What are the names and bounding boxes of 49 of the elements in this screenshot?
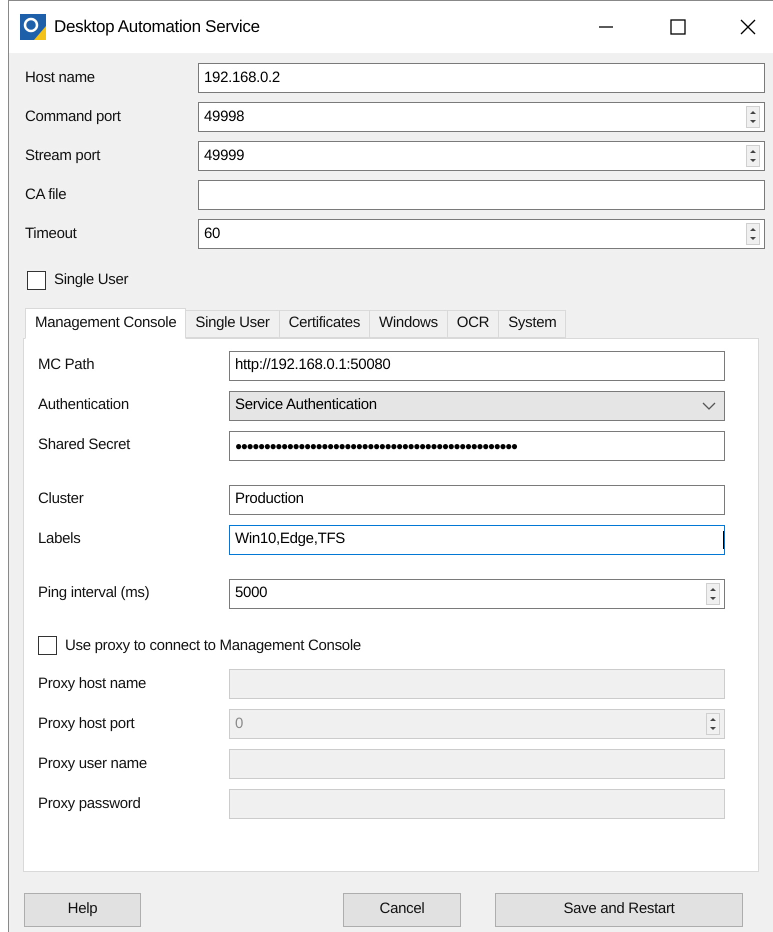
spin-arrows-icon[interactable]	[746, 145, 760, 167]
field-label: Proxy user name	[38, 754, 148, 774]
dialog-button[interactable]: Save and Restart	[495, 892, 743, 926]
checkbox-label: Use proxy to connect to Management Console	[65, 636, 361, 656]
tab[interactable]: Certificates	[278, 310, 370, 338]
tab[interactable]: OCR	[446, 310, 500, 338]
checkbox[interactable]	[38, 636, 57, 656]
window-title: Desktop Automation Service	[54, 16, 260, 38]
checkbox[interactable]	[27, 270, 46, 290]
checkbox-label: Single User	[54, 270, 128, 290]
field-label: Labels	[38, 529, 82, 550]
text-cursor	[723, 530, 724, 548]
close-icon[interactable]	[739, 18, 757, 36]
spin-field[interactable]: 49998	[198, 102, 765, 132]
spin-field[interactable]: 49999	[198, 141, 765, 171]
app-logo-icon	[20, 14, 46, 40]
field-label: MC Path	[38, 355, 96, 376]
field-label: CA file	[25, 184, 68, 205]
field-label: Host name	[25, 68, 96, 88]
field-label: Authentication	[38, 395, 130, 416]
tab[interactable]: System	[498, 310, 566, 338]
maximize-icon[interactable]	[669, 18, 687, 36]
dropdown[interactable]: Service Authentication	[229, 390, 725, 420]
field-label: Proxy host name	[38, 674, 148, 694]
chevron-down-icon[interactable]	[702, 400, 716, 410]
field-label: Proxy host port	[38, 714, 136, 734]
password-field[interactable]: ●●●●●●●●●●●●●●●●●●●●●●●●●●●●●●●●●●●●●●●●●●●●●●●●●	[229, 430, 725, 460]
input-field[interactable]	[198, 180, 765, 210]
input-field[interactable]: 192.168.0.2	[198, 63, 765, 93]
spin-field[interactable]: 5000	[229, 578, 725, 608]
field-label: Stream port	[25, 146, 102, 166]
spin-arrows-icon[interactable]	[746, 223, 760, 245]
spin-field[interactable]: 60	[198, 219, 765, 249]
field-label: Cluster	[38, 489, 84, 510]
tab[interactable]: Single User	[185, 310, 280, 338]
field-label: Ping interval (ms)	[38, 583, 150, 604]
tab[interactable]: Management Console	[25, 308, 186, 338]
input-field[interactable]: http://192.168.0.1:50080	[229, 350, 725, 380]
input-field[interactable]: Production	[229, 484, 725, 514]
field-label: Proxy password	[38, 794, 142, 814]
spin-arrows-icon[interactable]	[706, 582, 720, 604]
field-label: Timeout	[25, 224, 78, 244]
spin-arrows-icon[interactable]	[746, 106, 760, 128]
dialog-button[interactable]: Help	[24, 892, 141, 926]
field-label: Command port	[25, 106, 122, 127]
tab[interactable]: Windows	[369, 310, 448, 338]
field-label: Shared Secret	[38, 435, 132, 456]
dialog-button[interactable]: Cancel	[343, 892, 461, 926]
input-field[interactable]: Win10,Edge,TFS	[229, 524, 725, 554]
